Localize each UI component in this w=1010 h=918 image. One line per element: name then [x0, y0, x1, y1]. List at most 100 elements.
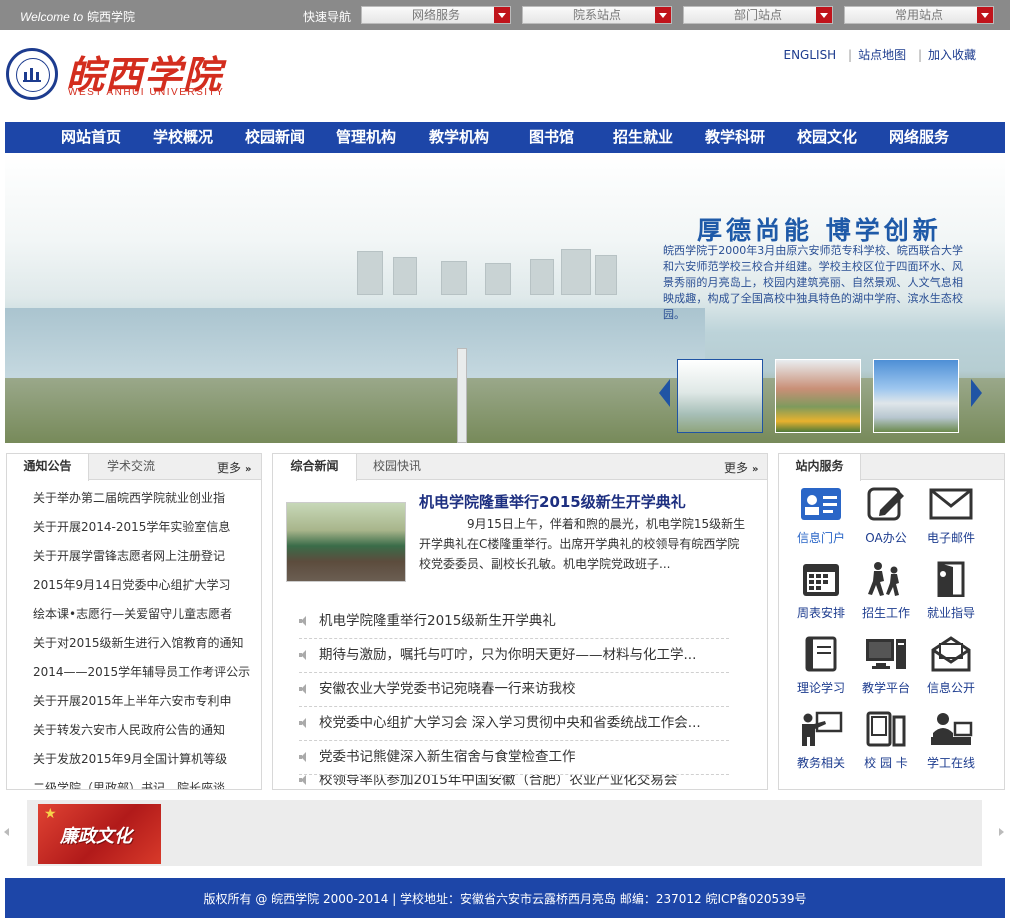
- headline-news-summary: 9月15日上午，伴着和煦的晨光，机电学院15级新生开学典礼在C楼隆重举行。出席开…: [419, 517, 746, 571]
- notice-panel: 通知公告 学术交流 更多» 关于举办第二届皖西学院就业创业指 关于开展2014-…: [6, 453, 262, 790]
- service-teaching-platform[interactable]: 教学平台: [854, 636, 918, 696]
- news-more-link[interactable]: 更多»: [724, 459, 758, 476]
- headline-news-title[interactable]: 机电学院隆重举行2015级新生开学典礼: [419, 491, 686, 512]
- nav-item-admissions[interactable]: 招生就业: [613, 122, 673, 153]
- service-theory-study[interactable]: 理论学习: [789, 636, 853, 696]
- footer: 版权所有 @ 皖西学院 2000-2014 | 学校地址：安徽省六安市云露桥西月…: [5, 878, 1005, 918]
- news-list-item[interactable]: 校党委中心组扩大学习会 深入学习贯彻中央和省委统战工作会...: [299, 707, 729, 741]
- brand-name-en: WEST ANHUI UNIVERSITY: [68, 87, 225, 98]
- banner-thumbnail[interactable]: [775, 359, 861, 433]
- chevron-right-icon[interactable]: [971, 379, 982, 407]
- edit-icon: [867, 487, 904, 521]
- tab-notices[interactable]: 通知公告: [7, 454, 89, 481]
- service-student-affairs[interactable]: 学工在线: [919, 711, 983, 771]
- welcome-text: Welcome to 皖西学院: [20, 10, 135, 24]
- nav-item-about[interactable]: 学校概况: [153, 122, 213, 153]
- building-shape: [441, 261, 467, 295]
- list-item[interactable]: 关于举办第二届皖西学院就业创业指: [33, 489, 255, 506]
- sitemap-link[interactable]: 站点地图: [858, 48, 906, 62]
- service-career-guidance[interactable]: 就业指导: [919, 561, 983, 621]
- banner-slogan: 厚德尚能 博学创新: [697, 216, 942, 245]
- list-item[interactable]: 关于开展2014-2015学年实验室信息: [33, 518, 255, 535]
- list-item[interactable]: 2014——2015学年辅导员工作考评公示: [33, 663, 255, 680]
- news-list-item[interactable]: 期待与激励，嘱托与叮咛，只为你明天更好——材料与化工学...: [299, 639, 729, 673]
- computer-icon: [866, 639, 906, 669]
- nav-item-home[interactable]: 网站首页: [61, 122, 121, 153]
- nav-item-library[interactable]: 图书馆: [529, 122, 574, 153]
- dropdown-arrow-icon: [977, 7, 993, 23]
- speaker-icon: [299, 616, 311, 626]
- select-common-sites[interactable]: 常用站点: [844, 6, 994, 24]
- list-item[interactable]: 2015年9月14日党委中心组扩大学习: [33, 576, 255, 593]
- strip-next-icon[interactable]: [999, 828, 1004, 836]
- nav-item-research[interactable]: 教学科研: [705, 122, 765, 153]
- list-item[interactable]: 关于开展学雷锋志愿者网上注册登记: [33, 547, 255, 564]
- building-shape: [530, 259, 554, 295]
- building-shape: [357, 251, 383, 295]
- top-bar: Welcome to 皖西学院 快速导航 网络服务 院系站点 部门站点 常用站点: [0, 0, 1010, 30]
- news-list-item[interactable]: 安徽农业大学党委书记宛晓春一行来访我校: [299, 673, 729, 707]
- list-item[interactable]: 关于转发六安市人民政府公告的通知: [33, 721, 255, 738]
- service-weekly-schedule[interactable]: 周表安排: [789, 561, 853, 621]
- service-oa-office[interactable]: OA办公: [854, 486, 918, 546]
- mail-icon: [929, 488, 973, 520]
- english-link[interactable]: ENGLISH: [783, 48, 836, 62]
- headline-news-image[interactable]: [286, 502, 406, 582]
- open-mail-icon: [931, 636, 971, 672]
- building-shape: [561, 249, 591, 295]
- service-academic-affairs[interactable]: 教务相关: [789, 711, 853, 771]
- tab-general-news[interactable]: 综合新闻: [273, 454, 357, 481]
- banner-intro: 皖西学院于2000年3月由原六安师范专科学校、皖西联合大学和六安师范学校三校合并…: [663, 244, 963, 321]
- speaker-icon: [299, 775, 311, 785]
- service-admissions[interactable]: 招生工作: [854, 561, 918, 621]
- news-list-item[interactable]: 党委书记熊健深入新生宿舍与食堂检查工作: [299, 741, 729, 775]
- tab-campus-flash[interactable]: 校园快讯: [359, 454, 435, 480]
- service-email[interactable]: 电子邮件: [919, 486, 983, 546]
- star-icon: ★: [44, 806, 57, 822]
- service-info-disclosure[interactable]: 信息公开: [919, 636, 983, 696]
- nav-item-teaching-units[interactable]: 教学机构: [429, 122, 489, 153]
- nav-item-culture[interactable]: 校园文化: [797, 122, 857, 153]
- list-item[interactable]: 绘本课•志愿行—关爱留守儿童志愿者: [33, 605, 255, 622]
- list-item[interactable]: 关于发放2015年9月全国计算机等级: [33, 750, 255, 767]
- teacher-icon: [802, 711, 843, 746]
- street-lamp-shape: [457, 348, 467, 443]
- book-icon: [805, 636, 837, 672]
- calendar-icon: [803, 564, 839, 596]
- news-list-item[interactable]: 机电学院隆重举行2015级新生开学典礼: [299, 605, 729, 639]
- building-shape: [393, 257, 417, 295]
- walking-people-icon: [868, 562, 899, 596]
- list-item[interactable]: 二级学院（思政部）书记、院长座谈: [33, 779, 255, 789]
- dropdown-arrow-icon: [816, 7, 832, 23]
- list-item[interactable]: 关于对2015级新生进行入馆教育的通知: [33, 634, 255, 651]
- list-item[interactable]: 关于开展2015年上半年六安市专利申: [33, 692, 255, 709]
- chevron-left-icon[interactable]: [659, 379, 670, 407]
- id-card-icon: [801, 488, 841, 520]
- select-department-sites[interactable]: 院系站点: [522, 6, 672, 24]
- integrity-culture-banner[interactable]: ★ 廉政文化: [38, 804, 161, 864]
- tab-academic-exchange[interactable]: 学术交流: [91, 454, 171, 480]
- banner-thumbnail[interactable]: [677, 359, 763, 433]
- services-panel: 站内服务 信息门户 OA办公 电子邮件 周表安排 招生工作 就业指导 理论学习 …: [778, 453, 1005, 790]
- nav-item-network-services[interactable]: 网络服务: [889, 122, 949, 153]
- strip-prev-icon[interactable]: [4, 828, 9, 836]
- speaker-icon: [299, 684, 311, 694]
- tab-site-services[interactable]: 站内服务: [779, 454, 861, 481]
- service-campus-card[interactable]: 校 园 卡: [854, 711, 918, 771]
- news-list-item[interactable]: 校领导率队参加2015年中国安徽（合肥）农业产业化交易会: [299, 775, 729, 789]
- header-links: ENGLISH | 站点地图 | 加入收藏: [783, 48, 976, 62]
- building-shape: [595, 255, 617, 295]
- select-network-services[interactable]: 网络服务: [361, 6, 511, 24]
- banner-thumbnail[interactable]: [873, 359, 959, 433]
- service-info-portal[interactable]: 信息门户: [789, 486, 853, 546]
- university-seal-logo[interactable]: [6, 48, 58, 100]
- hero-banner: 厚德尚能 博学创新 皖西学院于2000年3月由原六安师范专科学校、皖西联合大学和…: [5, 153, 1005, 443]
- nav-item-campus-news[interactable]: 校园新闻: [245, 122, 305, 153]
- select-office-sites[interactable]: 部门站点: [683, 6, 833, 24]
- building-shape: [485, 263, 511, 295]
- nav-item-administration[interactable]: 管理机构: [336, 122, 396, 153]
- add-favorite-link[interactable]: 加入收藏: [928, 48, 976, 62]
- notice-more-link[interactable]: 更多»: [217, 459, 251, 476]
- card-terminal-icon: [866, 711, 906, 747]
- promo-strip: [27, 800, 982, 866]
